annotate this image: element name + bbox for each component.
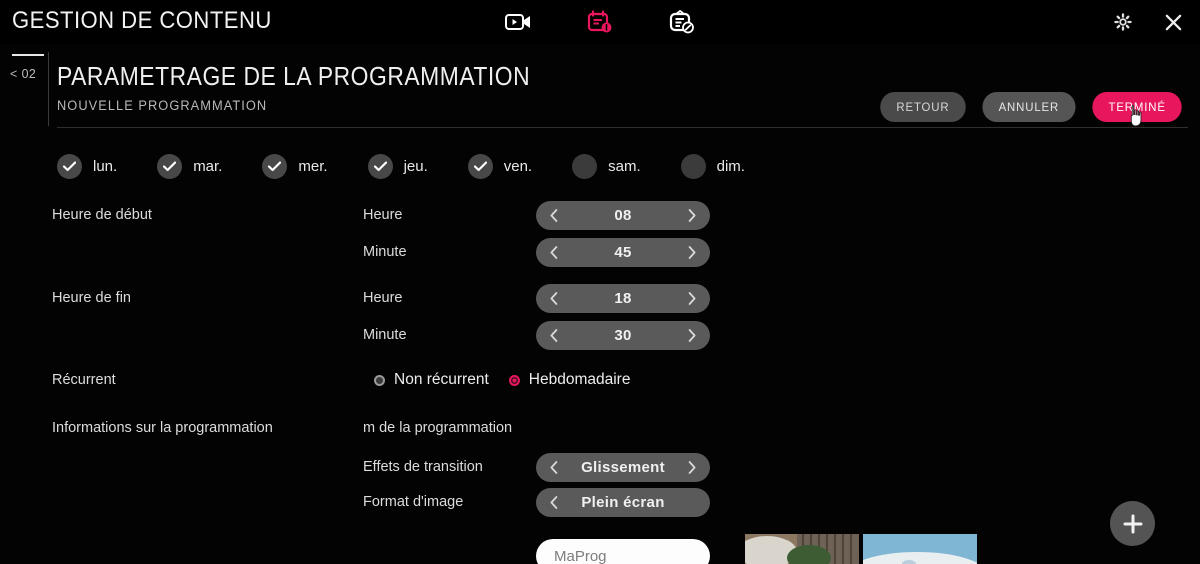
chevron-right-icon[interactable] (686, 292, 698, 305)
chevron-left-icon[interactable] (548, 246, 560, 259)
radio-hebdomadaire[interactable]: Hebdomadaire (508, 371, 631, 389)
start-minute-label: Minute (363, 244, 407, 260)
transition-effect-label: Effets de transition (363, 459, 483, 475)
end-hour-label: Heure (363, 290, 403, 306)
back-button[interactable]: RETOUR (880, 92, 966, 122)
page-subtitle: NOUVELLE PROGRAMMATION (57, 98, 268, 113)
calendar-schedule-icon[interactable] (583, 7, 617, 37)
top-right-controls (1112, 0, 1184, 44)
close-icon[interactable] (1162, 11, 1184, 33)
image-format-stepper[interactable]: Plein écran (536, 488, 710, 517)
chevron-right-icon[interactable] (686, 246, 698, 259)
plus-icon (1123, 514, 1142, 533)
top-nav-icons (0, 0, 1200, 44)
header-actions: RETOUR ANNULER TERMINÉ (878, 92, 1184, 127)
start-minute-value: 45 (614, 244, 632, 261)
weekday-label: jeu. (403, 158, 428, 175)
weekday-selector: lun. mar. mer. jeu. ven. sam. dim. (57, 154, 785, 179)
chevron-left-icon[interactable] (548, 292, 560, 305)
schedule-name-label: m de la programmation (363, 420, 513, 436)
chevron-right-icon[interactable] (686, 461, 698, 474)
end-minute-value: 30 (614, 327, 632, 344)
schedule-info-row-label: Informations sur la programmation (52, 420, 273, 436)
end-hour-value: 18 (614, 290, 632, 307)
weekday-ven[interactable]: ven. (467, 154, 533, 179)
add-content-button[interactable] (1110, 501, 1155, 546)
checkbox-icon (57, 154, 82, 179)
weekday-label: mer. (298, 158, 328, 175)
tv-playlist-edit-icon[interactable] (665, 7, 699, 37)
weekday-mar[interactable]: mar. (157, 154, 222, 179)
weekday-label: lun. (93, 158, 118, 175)
end-minute-stepper[interactable]: 30 (536, 321, 710, 350)
content-thumbnails (745, 534, 977, 564)
checkbox-icon (367, 154, 393, 179)
page-title: PARAMETRAGE DE LA PROGRAMMATION (57, 61, 531, 91)
checkbox-empty-icon (572, 154, 598, 179)
checkbox-icon (467, 154, 493, 179)
start-hour-stepper[interactable]: 08 (536, 201, 710, 230)
checkbox-icon (262, 154, 288, 179)
end-hour-stepper[interactable]: 18 (536, 284, 710, 313)
recurrence-row-label: Récurrent (52, 372, 116, 388)
content-management-app: GESTION DE CONTENU < 02 PARAMETRAGE DE L… (0, 0, 1200, 564)
weekday-dim[interactable]: dim. (680, 154, 745, 179)
chevron-right-icon[interactable] (686, 329, 698, 342)
weekday-jeu[interactable]: jeu. (367, 154, 428, 179)
thumbnail-mountain[interactable] (863, 534, 977, 564)
sub-header: < 02 PARAMETRAGE DE LA PROGRAMMATION NOU… (0, 44, 1200, 128)
breadcrumb-step[interactable]: < 02 (10, 66, 36, 81)
chevron-left-icon[interactable] (548, 209, 560, 222)
weekday-label: dim. (716, 158, 745, 175)
step-indicator-bar (12, 54, 44, 56)
transition-effect-stepper[interactable]: Glissement (536, 453, 710, 482)
thumbnail-dog[interactable] (745, 534, 859, 564)
start-hour-value: 08 (614, 207, 632, 224)
cancel-button[interactable]: ANNULER (982, 92, 1076, 122)
start-time-row-label: Heure de début (52, 207, 152, 223)
image-format-label: Format d'image (363, 494, 464, 510)
radio-selected-icon (508, 374, 520, 386)
chevron-right-icon[interactable] (686, 209, 698, 222)
top-bar: GESTION DE CONTENU (0, 0, 1200, 44)
radio-non-recurrent[interactable]: Non récurrent (374, 371, 489, 389)
image-format-value: Plein écran (581, 494, 665, 511)
end-time-row-label: Heure de fin (52, 290, 131, 306)
checkbox-icon (157, 154, 183, 179)
weekday-label: ven. (503, 158, 533, 175)
weekday-label: mar. (193, 158, 223, 175)
weekday-lun[interactable]: lun. (57, 154, 117, 179)
start-minute-stepper[interactable]: 45 (536, 238, 710, 267)
chevron-left-icon[interactable] (548, 461, 560, 474)
chevron-left-icon[interactable] (548, 496, 560, 509)
video-camera-icon[interactable] (501, 7, 535, 37)
header-divider-vertical (48, 52, 49, 126)
recurrence-options: Non récurrent Hebdomadaire (374, 371, 630, 389)
radio-label: Non récurrent (394, 371, 489, 388)
gear-icon[interactable] (1112, 11, 1134, 33)
weekday-label: sam. (608, 158, 641, 175)
chevron-left-icon[interactable] (548, 329, 560, 342)
weekday-mer[interactable]: mer. (262, 154, 328, 179)
radio-label: Hebdomadaire (528, 371, 631, 388)
checkbox-empty-icon (680, 154, 706, 179)
weekday-sam[interactable]: sam. (572, 154, 641, 179)
transition-effect-value: Glissement (581, 459, 665, 476)
radio-icon (374, 374, 385, 386)
schedule-name-input[interactable] (536, 539, 710, 564)
end-minute-label: Minute (363, 327, 407, 343)
done-button[interactable]: TERMINÉ (1092, 92, 1182, 127)
settings-body: lun. mar. mer. jeu. ven. sam. dim. Heure… (0, 128, 1200, 564)
done-button-label: TERMINÉ (1108, 100, 1166, 114)
start-hour-label: Heure (363, 207, 403, 223)
